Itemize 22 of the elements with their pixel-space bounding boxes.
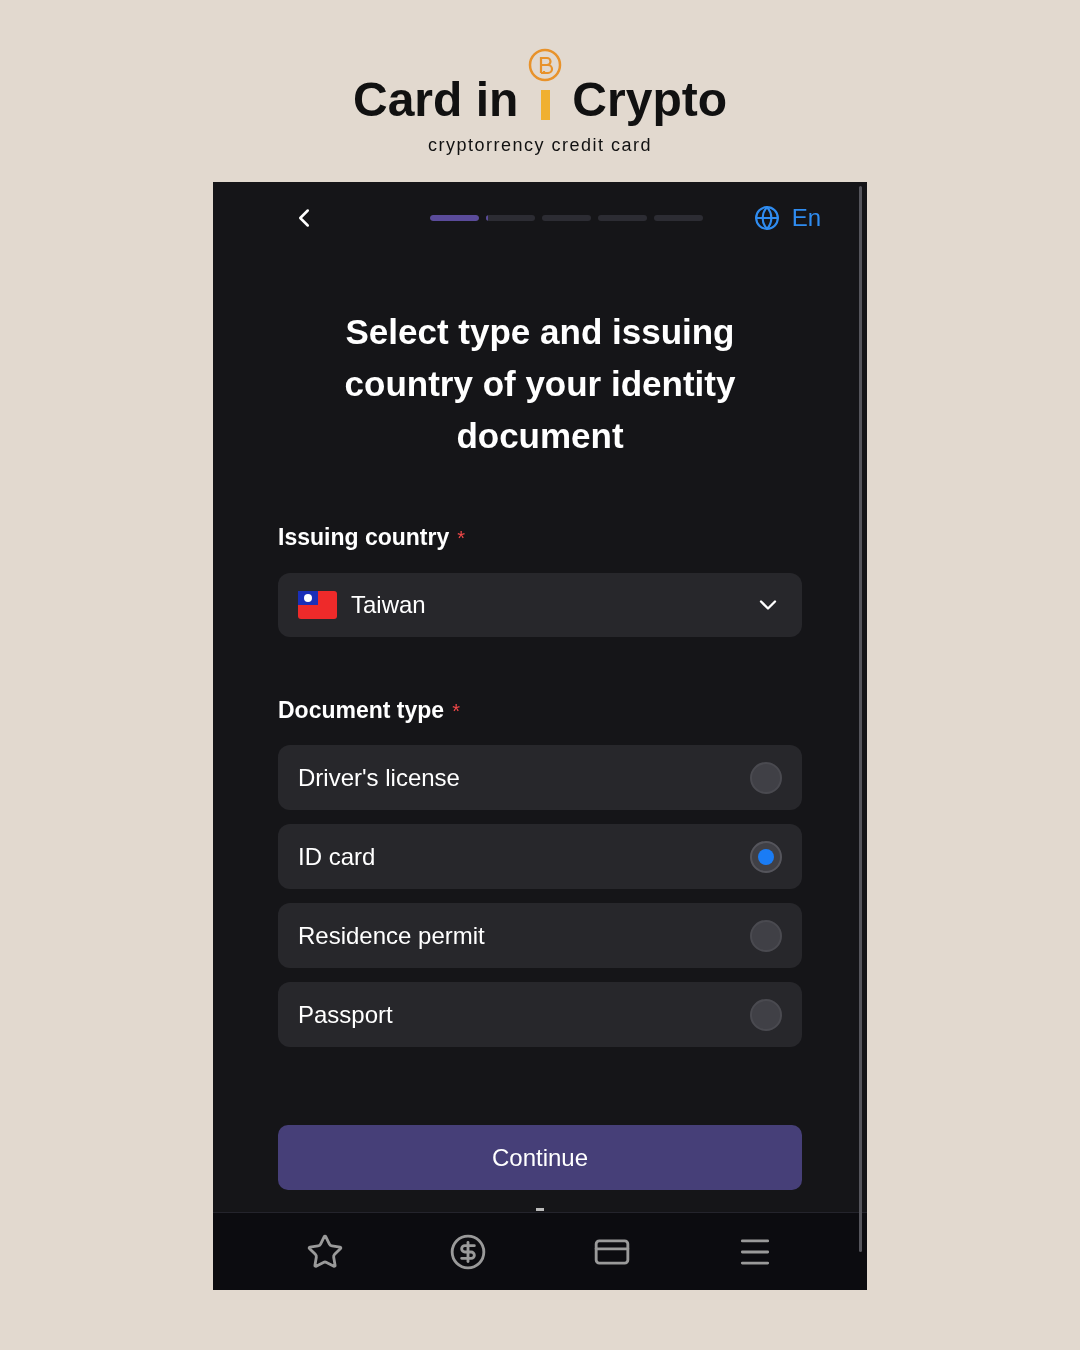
page-title: Select type and issuing country of your identity document bbox=[343, 311, 737, 457]
dollar-icon[interactable] bbox=[449, 1232, 488, 1271]
brand-bar-icon bbox=[540, 90, 550, 120]
brand-tagline: cryptorrency credit card bbox=[427, 134, 653, 157]
brand-name: Card in bbox=[353, 76, 519, 124]
star-icon[interactable] bbox=[305, 1232, 344, 1271]
document-option[interactable]: Driver's license bbox=[278, 745, 802, 810]
country-select[interactable]: Taiwan bbox=[278, 572, 802, 637]
drag-handle bbox=[536, 1208, 544, 1211]
field-label: Document type bbox=[278, 695, 445, 725]
bitcoin-icon bbox=[528, 48, 563, 82]
brand-name: Crypto bbox=[572, 76, 727, 124]
globe-icon bbox=[753, 205, 780, 231]
language-button[interactable]: En bbox=[753, 200, 821, 236]
document-option[interactable]: Passport bbox=[278, 982, 802, 1047]
document-option[interactable]: Residence permit bbox=[278, 903, 802, 968]
field-label: Issuing country bbox=[278, 523, 450, 552]
document-option[interactable]: ID card bbox=[278, 824, 802, 889]
required-mark: * bbox=[452, 698, 460, 724]
flag-icon bbox=[298, 590, 337, 619]
required-mark: * bbox=[457, 526, 466, 551]
continue-button[interactable]: Continue bbox=[278, 1125, 802, 1190]
